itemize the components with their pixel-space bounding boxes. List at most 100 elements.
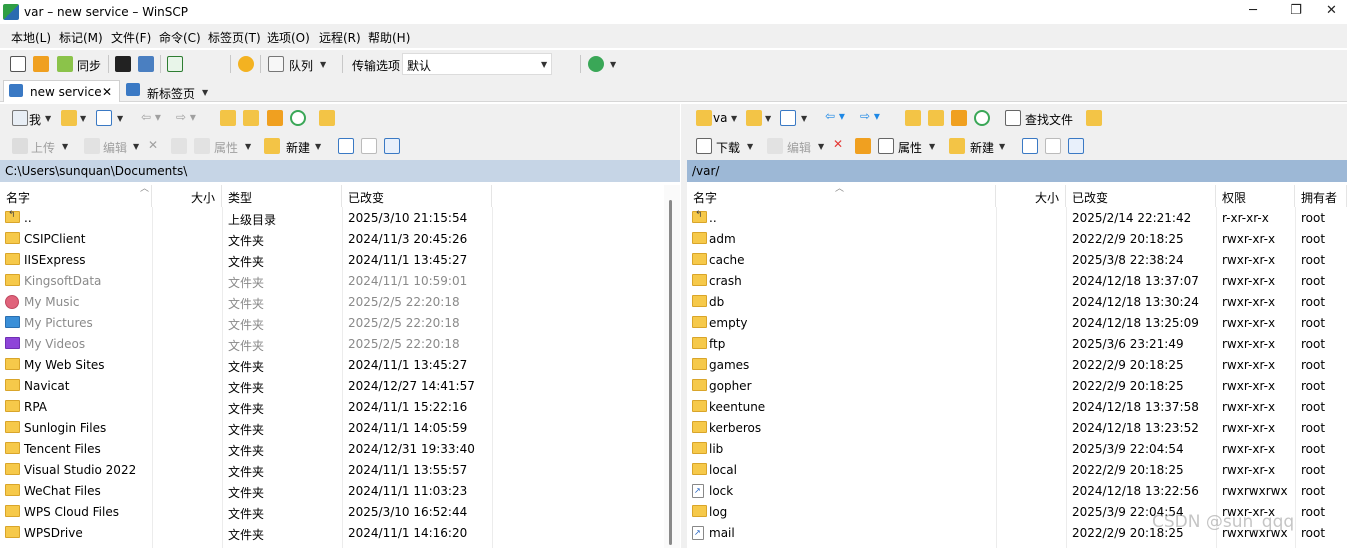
open-folder-icon[interactable] [746, 110, 762, 126]
list-item[interactable]: Visual Studio 2022 文件夹 2024/11/1 13:55:5… [0, 460, 660, 481]
chevron-down-icon[interactable]: ▼ [80, 114, 86, 123]
column-type[interactable]: 类型 [222, 185, 342, 207]
maximize-button[interactable]: ❐ [1273, 0, 1319, 24]
menu-remote[interactable]: 远程(R) [319, 29, 361, 46]
chevron-down-icon[interactable]: ▼ [202, 88, 208, 97]
edit-button[interactable]: 编辑 [787, 139, 811, 156]
list-item[interactable]: RPA 文件夹 2024/11/1 15:22:16 [0, 397, 660, 418]
tab-new-tab[interactable]: 新标签页 ▼ [121, 80, 218, 102]
menu-options[interactable]: 选项(O) [267, 29, 310, 46]
chevron-down-icon[interactable]: ▼ [747, 142, 753, 151]
chevron-down-icon[interactable]: ▼ [245, 142, 251, 151]
list-item[interactable]: Navicat 文件夹 2024/12/27 14:41:57 [0, 376, 660, 397]
find-files-button[interactable]: 查找文件 [1025, 111, 1073, 128]
chevron-down-icon[interactable]: ▼ [117, 114, 123, 123]
rename-icon[interactable] [171, 138, 187, 154]
new-button[interactable]: 新建 [970, 139, 994, 156]
chevron-down-icon[interactable]: ▼ [818, 142, 824, 151]
chevron-down-icon[interactable]: ▼ [999, 142, 1005, 151]
root-directory-icon[interactable] [243, 110, 259, 126]
chevron-down-icon[interactable]: ▼ [315, 142, 321, 151]
refresh-icon[interactable] [167, 56, 183, 72]
unselect-icon[interactable] [361, 138, 377, 154]
upload-button[interactable]: 上传 [31, 139, 55, 156]
filter-icon[interactable] [780, 110, 796, 126]
scrollbar-thumb[interactable] [669, 200, 672, 545]
forward-icon[interactable]: ⇨ ▾ [176, 110, 196, 124]
column-name[interactable]: 名字 [0, 185, 152, 207]
menu-commands[interactable]: 命令(C) [159, 29, 201, 46]
list-item[interactable]: My Music 文件夹 2025/2/5 22:20:18 [0, 292, 660, 313]
list-item[interactable]: WPS Cloud Files 文件夹 2025/3/10 16:52:44 [0, 502, 660, 523]
list-item[interactable]: IISExpress 文件夹 2024/11/1 13:45:27 [0, 250, 660, 271]
properties-button[interactable]: 属性 [898, 139, 922, 156]
list-item[interactable]: My Videos 文件夹 2025/2/5 22:20:18 [0, 334, 660, 355]
remote-drive-select[interactable]: va [713, 111, 727, 125]
filter-select-icon[interactable] [384, 138, 400, 154]
list-item[interactable]: WPSDrive 文件夹 2024/11/1 14:16:20 [0, 523, 660, 544]
list-item[interactable]: adm 2022/2/9 20:18:25 rwxr-xr-x root [687, 229, 1347, 250]
refresh-icon[interactable] [974, 110, 990, 126]
close-tab-icon[interactable]: ✕ [102, 85, 112, 99]
column-owner[interactable]: 拥有者 [1295, 185, 1347, 207]
list-item[interactable]: ↰ .. 上级目录 2025/3/10 21:15:54 [0, 208, 660, 229]
menu-local[interactable]: 本地(L) [11, 29, 51, 46]
edit-button[interactable]: 编辑 [103, 139, 127, 156]
remote-path-bar[interactable]: /var/ [687, 160, 1347, 182]
column-changed[interactable]: 已改变 [1066, 185, 1216, 207]
list-item[interactable]: local 2022/2/9 20:18:25 rwxr-xr-x root [687, 460, 1347, 481]
menu-help[interactable]: 帮助(H) [368, 29, 410, 46]
minimize-button[interactable]: ─ [1230, 0, 1276, 24]
refresh-icon[interactable] [290, 110, 306, 126]
delete-icon[interactable]: ✕ [833, 137, 843, 151]
list-item[interactable]: ↗ lock 2024/12/18 13:22:56 rwxrwxrwx roo… [687, 481, 1347, 502]
filter-icon[interactable] [96, 110, 112, 126]
list-item[interactable]: My Web Sites 文件夹 2024/11/1 13:45:27 [0, 355, 660, 376]
tab-new-service[interactable]: new service ✕ [3, 80, 120, 102]
find-icon[interactable] [319, 110, 335, 126]
session-sync-dropdown-icon[interactable]: ▼ [610, 60, 616, 69]
rename-icon[interactable] [855, 138, 871, 154]
sync-button[interactable]: 同步 [77, 57, 101, 74]
synchronize-browsing-icon[interactable] [33, 56, 49, 72]
list-item[interactable]: crash 2024/12/18 13:37:07 rwxr-xr-x root [687, 271, 1347, 292]
list-item[interactable]: kerberos 2024/12/18 13:23:52 rwxr-xr-x r… [687, 418, 1347, 439]
back-icon[interactable]: ⇦ ▾ [825, 109, 845, 123]
column-rights[interactable]: 权限 [1216, 185, 1295, 207]
chevron-down-icon[interactable]: ▼ [765, 114, 771, 123]
filter-select-icon[interactable] [1068, 138, 1084, 154]
list-item[interactable]: Sunlogin Files 文件夹 2024/11/1 14:05:59 [0, 418, 660, 439]
open-folder-icon[interactable] [61, 110, 77, 126]
list-item[interactable]: KingsoftData 文件夹 2024/11/1 10:59:01 [0, 271, 660, 292]
list-item[interactable]: gopher 2022/2/9 20:18:25 rwxr-xr-x root [687, 376, 1347, 397]
chevron-down-icon[interactable]: ▼ [801, 114, 807, 123]
column-changed[interactable]: 已改变 [342, 185, 492, 207]
select-all-icon[interactable] [338, 138, 354, 154]
queue-button[interactable]: 队列 [289, 57, 313, 74]
unselect-icon[interactable] [1045, 138, 1061, 154]
tree-icon[interactable] [1086, 110, 1102, 126]
list-item[interactable]: keentune 2024/12/18 13:37:58 rwxr-xr-x r… [687, 397, 1347, 418]
list-item[interactable]: CSIPClient 文件夹 2024/11/3 20:45:26 [0, 229, 660, 250]
compare-icon[interactable] [10, 56, 26, 72]
transfer-settings-select[interactable]: 默认 ▼ [402, 53, 552, 75]
menu-file[interactable]: 文件(F) [111, 29, 151, 46]
properties-button[interactable]: 属性 [214, 139, 238, 156]
drive-select[interactable]: 我 [29, 111, 41, 128]
menu-mark[interactable]: 标记(M) [59, 29, 103, 46]
local-scrollbar[interactable] [664, 185, 680, 548]
parent-directory-icon[interactable] [905, 110, 921, 126]
column-size[interactable]: 大小 [996, 185, 1066, 207]
list-item[interactable]: WeChat Files 文件夹 2024/11/1 11:03:23 [0, 481, 660, 502]
list-item[interactable]: cache 2025/3/8 22:38:24 rwxr-xr-x root [687, 250, 1347, 271]
chevron-down-icon[interactable]: ▼ [62, 142, 68, 151]
back-icon[interactable]: ⇦ ▾ [141, 110, 161, 124]
close-button[interactable]: ✕ [1316, 0, 1347, 24]
list-item[interactable]: My Pictures 文件夹 2025/2/5 22:20:18 [0, 313, 660, 334]
list-item[interactable]: db 2024/12/18 13:30:24 rwxr-xr-x root [687, 292, 1347, 313]
local-path-bar[interactable]: C:\Users\sunquan\Documents\ [0, 160, 680, 182]
queue-dropdown-icon[interactable]: ▼ [320, 60, 326, 69]
session-sync-icon[interactable] [588, 56, 604, 72]
list-item[interactable]: ftp 2025/3/6 23:21:49 rwxr-xr-x root [687, 334, 1347, 355]
download-button[interactable]: 下载 [716, 139, 740, 156]
